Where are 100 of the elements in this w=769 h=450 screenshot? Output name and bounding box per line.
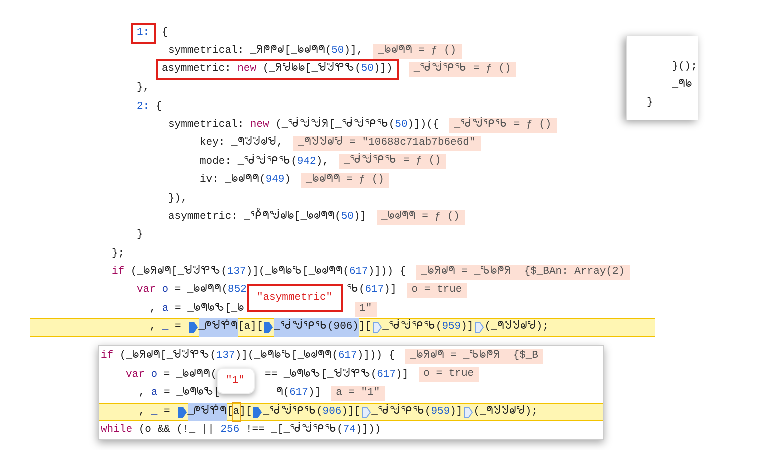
code-text: == _ᖚᖗᖚᖃ[_ᖂᖒᕿᖃ(	[265, 367, 378, 383]
code-text: {	[154, 100, 162, 115]
code-text: _ᖂᖒᕿᖃ(	[263, 404, 323, 420]
code-text: )](_ᖚᖗᖚᖃ[_ᖚᖙᖗᖗ(	[235, 349, 338, 364]
code-text: asymmetric: _ᕾᖗᖒᖙᖚ[_ᖚᖙᖗᖗ(	[137, 208, 342, 226]
code-text: )]	[396, 368, 409, 383]
inline-value-badge: o = true	[406, 283, 468, 298]
code-text: }	[137, 228, 144, 244]
inline-value-badge: _ᖂᖒᕿᖃ = ƒ ()	[408, 62, 516, 78]
number-literal: 942	[297, 154, 316, 170]
code-text: ][	[240, 404, 252, 420]
code-text: )])	[374, 62, 393, 78]
number-literal: 74	[343, 423, 356, 438]
code-text: symmetrical: _ᖆᖘᖘᖙ[_ᖚᖙᖗᖗ(	[168, 44, 332, 60]
code-text: _ᖂᖒᕿᖃ(	[382, 318, 442, 336]
code-text: ,	[148, 302, 158, 317]
number-literal: 949	[266, 173, 285, 188]
inline-value-badge: o = true	[418, 367, 480, 382]
number-literal: 959	[431, 404, 450, 420]
number-literal: 617	[377, 368, 396, 383]
code-text: )]	[450, 404, 463, 420]
number-literal: 906	[322, 404, 342, 420]
keyword: if	[101, 349, 114, 364]
keyword: var	[126, 368, 145, 383]
code-text: )	[284, 173, 292, 188]
code-text: ᖃ(	[346, 283, 366, 298]
number-literal: 852	[228, 283, 247, 298]
variable-name: a	[162, 302, 169, 317]
number-literal: 256	[220, 423, 240, 438]
inline-value-badge: _ᖗᖒᖒᖙᖂ = "10688c71ab7b6e6d"	[293, 136, 481, 152]
inline-value-badge: _ᖂᖒᕿᖃ = ƒ ()	[449, 118, 557, 133]
code-text: )][	[342, 404, 361, 420]
code-text: )](_ᖚᖗᖚᖃ[_ᖚᖙᖗᖗ(	[246, 265, 350, 280]
code-text: (_ᖚᖆᖙᖗ[_ᖂᖒᕿᖃ(	[118, 348, 216, 364]
code-text: )])) {	[357, 349, 396, 364]
code-text: =	[163, 404, 172, 420]
selected-code-text: _ᖘᖂᕾᖗ	[188, 402, 227, 422]
code-text: };	[112, 246, 125, 262]
value-tooltip: "1"	[217, 368, 256, 394]
keyword: new	[250, 118, 270, 133]
number-literal: 2:	[137, 100, 150, 115]
number-literal: 617	[365, 283, 384, 298]
variable-name: o	[162, 283, 169, 298]
code-text: }),	[168, 192, 188, 207]
inline-value-badge: _ᖚᖆᖙᖗ = _ᖃᖚᖘᖆ {$_B	[405, 348, 544, 364]
code-text: =	[174, 320, 182, 336]
variable-name: o	[151, 368, 158, 383]
code-text: ,	[138, 404, 146, 420]
code-text: )]	[384, 283, 397, 298]
code-text: = _ᖚᖙᖗᖗ(	[162, 368, 218, 383]
number-literal: 959	[442, 320, 462, 336]
keyword: if	[112, 265, 125, 280]
code-text: symmetrical:	[168, 118, 246, 133]
breakpoint-marker-icon[interactable]	[464, 406, 473, 418]
inline-value-badge: _ᖚᖙᖗᖗ = ƒ ()	[376, 210, 465, 225]
variable-name: a	[151, 386, 158, 402]
code-text: _ᖗᖚ	[671, 78, 693, 93]
code-text: ,	[138, 386, 146, 402]
breakpoint-marker-icon[interactable]	[474, 322, 484, 333]
code-text: (_ᖗᖒᖒᖙᖂ);	[474, 404, 538, 420]
code-text: a	[233, 402, 240, 422]
number-literal: 1:	[137, 26, 150, 41]
number-literal: 50	[361, 62, 374, 78]
code-text: (_ᖆᖂᖚᖚ[_ᖂᖒᕿᖃ(	[262, 62, 362, 78]
number-literal: 617	[338, 349, 358, 364]
number-literal: 137	[216, 349, 236, 364]
code-text: = _ᖚᖗᖚᖃ[_ᖚ	[174, 302, 245, 317]
inline-value-badge: a = "1"	[331, 386, 386, 401]
code-text: ][	[358, 320, 372, 336]
code-text: ),	[316, 154, 329, 170]
inline-value-badge: _ᖂᖒᕿᖃ = ƒ ()	[338, 154, 446, 170]
code-text: )]	[461, 320, 474, 336]
code-text: )])({	[408, 118, 440, 133]
breakpoint-marker-icon[interactable]	[362, 406, 371, 418]
code-text: )])) {	[368, 265, 406, 280]
keyword: var	[137, 283, 156, 298]
code-text: (o && (!_ ||	[138, 423, 216, 438]
code-text: mode: _ᖂᖒᕿᖃ(	[199, 154, 298, 170]
breakpoint-marker-icon[interactable]	[372, 322, 382, 333]
code-text: (_ᖗᖒᖒᖙᖂ);	[484, 319, 549, 336]
code-text: )]	[354, 210, 367, 225]
selected-code-text: _ᖂᖒᕿᖃ(906)	[274, 318, 359, 337]
breakpoint-marker-icon[interactable]	[253, 406, 262, 418]
code-text: )],	[344, 44, 364, 60]
code-text: iv: _ᖚᖙᖗᖗ(	[199, 173, 266, 188]
code-text: )]))	[356, 423, 382, 438]
code-text: ᖗ(	[276, 386, 290, 402]
inline-value-badge: 1"	[354, 302, 378, 317]
keyword: while	[101, 423, 133, 438]
code-text: key: _ᖗᖒᖒᖙᖂ,	[199, 135, 284, 152]
number-literal: 617	[290, 386, 308, 402]
number-literal: 617	[349, 265, 368, 280]
code-text: (_ᖂᖒᖒᖆ[_ᖂᖒᕿᖃ(	[274, 116, 396, 133]
code-text: {	[160, 26, 168, 41]
keyword: new	[238, 62, 257, 78]
code-text: }	[647, 96, 654, 111]
code-text: }();	[671, 60, 698, 75]
value-tooltip: "asymmetric"	[246, 284, 343, 312]
number-literal: 137	[227, 265, 246, 280]
inline-value-badge: _ᖚᖙᖗᖗ = ƒ ()	[301, 172, 390, 188]
